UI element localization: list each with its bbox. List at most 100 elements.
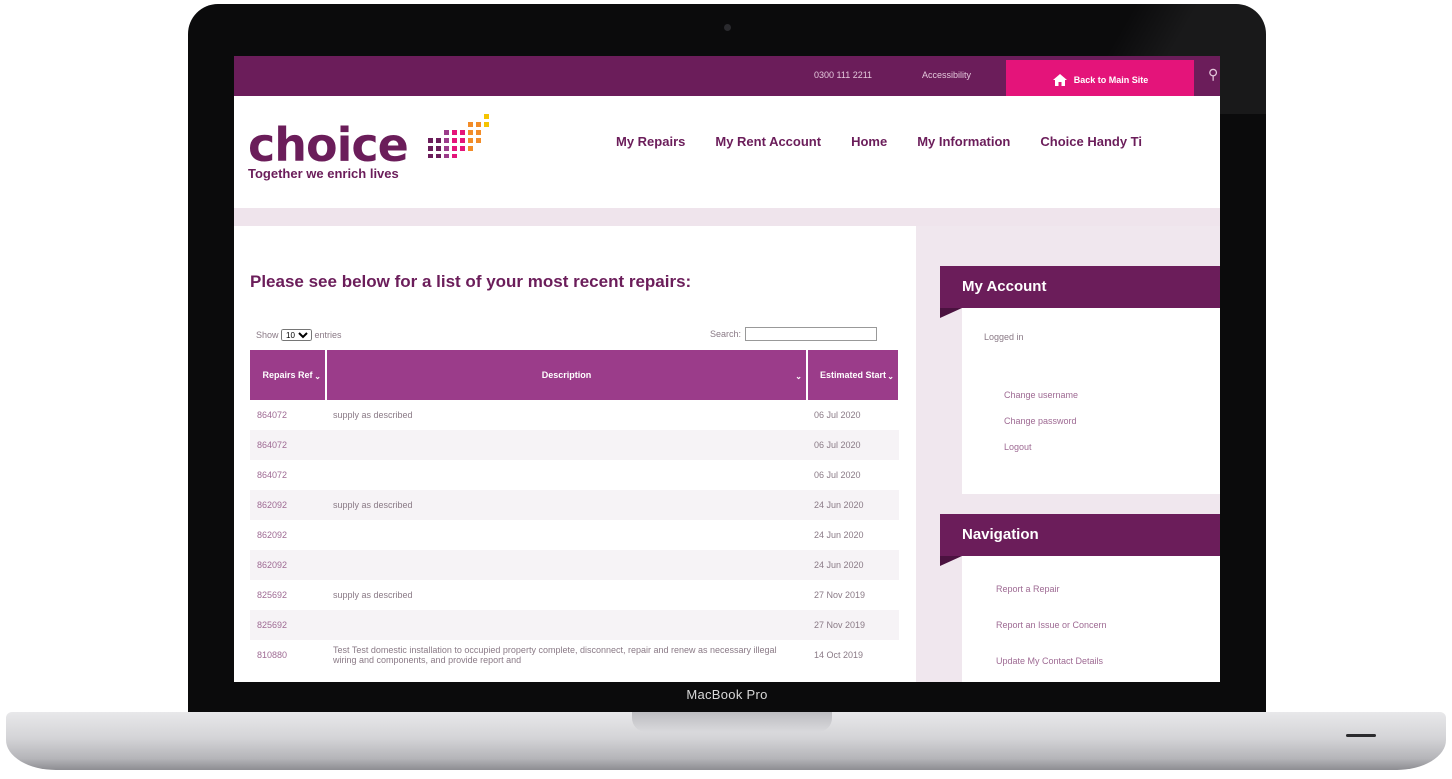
cell-desc bbox=[326, 430, 807, 460]
cell-date: 06 Jul 2020 bbox=[814, 410, 861, 420]
logo-dot bbox=[452, 154, 457, 158]
sort-icon: ⌄ bbox=[887, 372, 894, 381]
logo-dot bbox=[468, 138, 473, 143]
my-account-panel: Logged in Change username Change passwor… bbox=[962, 308, 1220, 494]
logo-dot bbox=[444, 146, 449, 151]
cell-desc: supply as described bbox=[326, 490, 807, 520]
table-row[interactable]: 864072 supply as described 06 Jul 2020 bbox=[250, 400, 899, 430]
table-header-row: Repairs Ref ⌄ Description ⌄ Estimated Star… bbox=[250, 350, 900, 400]
sidebar: My Account Logged in Change username Cha… bbox=[916, 226, 1220, 682]
table-search: Search: bbox=[710, 327, 878, 341]
table-row[interactable]: 862092 supply as described 24 Jun 2020 bbox=[250, 490, 899, 520]
nav-my-repairs[interactable]: My Repairs bbox=[616, 134, 685, 149]
search-label: Search: bbox=[710, 329, 742, 339]
cell-date: 27 Nov 2019 bbox=[814, 590, 866, 600]
logo-dot bbox=[436, 154, 441, 158]
table-row[interactable]: 825692 27 Nov 2019 bbox=[250, 610, 899, 640]
navigation-title: Navigation bbox=[940, 514, 1220, 566]
lid-opening-notch bbox=[632, 712, 832, 732]
cell-ref: 864072 bbox=[257, 470, 288, 480]
change-password-link[interactable]: Change password bbox=[1004, 416, 1077, 426]
logo-dot bbox=[436, 138, 441, 143]
navigation-panel: Report a Repair Report an Issue or Conce… bbox=[962, 556, 1220, 682]
show-label: Show bbox=[256, 330, 279, 340]
cell-desc: Test Test domestic installation to occup… bbox=[333, 645, 777, 665]
cell-ref: 862092 bbox=[257, 530, 288, 540]
table-row[interactable]: 862092 24 Jun 2020 bbox=[250, 550, 899, 580]
back-to-main-site-button[interactable]: Back to Main Site bbox=[1006, 60, 1194, 100]
cell-date: 06 Jul 2020 bbox=[814, 470, 861, 480]
report-issue-link[interactable]: Report an Issue or Concern bbox=[996, 620, 1107, 630]
cell-desc: supply as described bbox=[333, 410, 413, 420]
cell-ref: 862092 bbox=[250, 490, 326, 520]
column-repairs-ref[interactable]: Repairs Ref ⌄ bbox=[250, 350, 327, 400]
cell-ref: 862092 bbox=[250, 550, 326, 580]
logo[interactable]: choice Together we enrich lives bbox=[248, 118, 409, 181]
logo-wordmark: choice bbox=[248, 118, 409, 172]
search-icon[interactable]: ⚲ bbox=[1208, 66, 1218, 83]
logo-dot bbox=[476, 138, 481, 143]
repairs-table: Repairs Ref ⌄ Description ⌄ Estimated Star… bbox=[250, 350, 900, 670]
phone-number[interactable]: 0300 111 2211 bbox=[814, 70, 872, 80]
cell-date: 27 Nov 2019 bbox=[807, 610, 899, 640]
change-username-link[interactable]: Change username bbox=[1004, 390, 1078, 400]
logo-dot bbox=[444, 130, 449, 135]
update-contact-link[interactable]: Update My Contact Details bbox=[996, 656, 1103, 666]
cell-desc: supply as described bbox=[333, 590, 413, 600]
logo-dot bbox=[436, 146, 441, 151]
logo-dot bbox=[452, 146, 457, 151]
sort-icon: ⌄ bbox=[314, 372, 321, 381]
entries-label: entries bbox=[314, 330, 342, 340]
accessibility-link[interactable]: Accessibility bbox=[922, 70, 971, 80]
table-row[interactable]: 864072 06 Jul 2020 bbox=[250, 460, 899, 490]
cell-date: 24 Jun 2020 bbox=[807, 490, 899, 520]
top-utility-bar: 0300 111 2211 Accessibility Back to Main… bbox=[234, 56, 1220, 100]
logo-tagline: Together we enrich lives bbox=[248, 166, 399, 181]
nav-home[interactable]: Home bbox=[851, 134, 887, 149]
model-label: MacBook Pro bbox=[686, 687, 768, 702]
logo-dot bbox=[444, 138, 449, 143]
camera bbox=[724, 24, 731, 31]
logo-dot bbox=[484, 122, 489, 127]
sort-icon: ⌄ bbox=[795, 372, 802, 381]
my-account-title: My Account bbox=[940, 266, 1220, 318]
table-row[interactable]: 825692 supply as described 27 Nov 2019 bbox=[250, 580, 899, 610]
nav-choice-handy[interactable]: Choice Handy Ti bbox=[1040, 134, 1142, 149]
cell-ref: 825692 bbox=[250, 610, 326, 640]
logout-link[interactable]: Logout bbox=[1004, 442, 1032, 452]
logo-dot bbox=[460, 138, 465, 143]
logo-dot bbox=[428, 154, 433, 158]
cell-ref: 825692 bbox=[257, 590, 288, 600]
logo-dot bbox=[476, 122, 481, 127]
entries-select[interactable]: 10 bbox=[281, 329, 313, 341]
report-repair-link[interactable]: Report a Repair bbox=[996, 584, 1060, 594]
nav-my-rent-account[interactable]: My Rent Account bbox=[715, 134, 821, 149]
column-description[interactable]: Description ⌄ bbox=[326, 350, 808, 400]
table-row[interactable]: 810880 Test Test domestic installation to… bbox=[250, 640, 899, 670]
cell-ref: 864072 bbox=[257, 410, 288, 420]
show-entries-control: Show 10 entries bbox=[256, 329, 342, 341]
cell-date: 06 Jul 2020 bbox=[807, 430, 899, 460]
logo-dot bbox=[468, 130, 473, 135]
nav-my-information[interactable]: My Information bbox=[917, 134, 1010, 149]
logo-dots-graphic bbox=[428, 114, 489, 158]
cell-date: 24 Jun 2020 bbox=[814, 530, 864, 540]
logo-dot bbox=[468, 122, 473, 127]
header-divider-band bbox=[234, 208, 1220, 226]
logged-in-text: Logged in bbox=[984, 332, 1024, 342]
cell-desc bbox=[326, 460, 807, 490]
logo-dot bbox=[444, 154, 449, 158]
logo-dot bbox=[428, 146, 433, 151]
page-heading: Please see below for a list of your most… bbox=[250, 272, 692, 291]
screen: 0300 111 2211 Accessibility Back to Main… bbox=[234, 56, 1220, 682]
laptop-base bbox=[6, 712, 1446, 770]
table-row[interactable]: 862092 24 Jun 2020 bbox=[250, 520, 899, 550]
cell-desc bbox=[326, 520, 807, 550]
logo-dot bbox=[460, 130, 465, 135]
table-row[interactable]: 864072 06 Jul 2020 bbox=[250, 430, 899, 460]
column-estimated-start[interactable]: Estimated Start ⌄ bbox=[807, 350, 900, 400]
logo-dot bbox=[468, 146, 473, 151]
site-header: choice Together we enrich lives My Repai… bbox=[234, 96, 1220, 208]
search-input[interactable] bbox=[745, 327, 878, 341]
main-nav: My Repairs My Rent Account Home My Infor… bbox=[616, 134, 1172, 149]
